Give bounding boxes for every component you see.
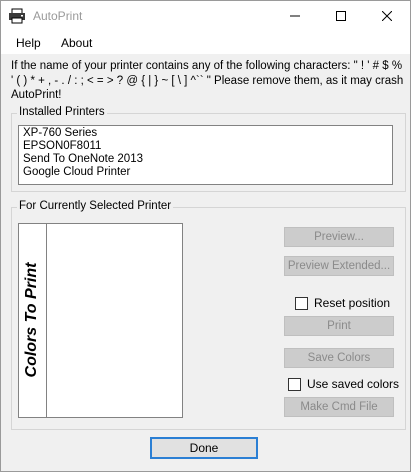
save-colors-button[interactable]: Save Colors <box>284 348 394 368</box>
list-item[interactable]: Google Cloud Printer <box>23 166 130 178</box>
list-item[interactable]: EPSON0F8011 <box>23 140 101 152</box>
reset-position-row[interactable]: Reset position <box>295 296 390 310</box>
done-button[interactable]: Done <box>150 437 258 459</box>
selected-printer-label: For Currently Selected Printer <box>17 200 174 212</box>
maximize-icon <box>336 10 346 24</box>
title-bar: AutoPrint <box>1 1 410 32</box>
print-button[interactable]: Print <box>284 316 394 336</box>
minimize-button[interactable] <box>272 1 318 32</box>
minimize-icon <box>290 10 300 24</box>
maximize-button[interactable] <box>318 1 364 32</box>
warning-text: If the name of your printer contains any… <box>11 60 404 101</box>
printer-list[interactable]: XP-760 Series EPSON0F8011 Send To OneNot… <box>18 125 393 185</box>
reset-position-label: Reset position <box>314 296 391 310</box>
list-item[interactable]: Send To OneNote 2013 <box>23 153 143 165</box>
use-saved-colors-checkbox[interactable] <box>288 377 301 391</box>
colors-to-print-label: Colors To Print <box>23 262 40 378</box>
app-window: AutoPrint Help About If the name of your… <box>0 0 411 472</box>
close-button[interactable] <box>364 1 410 32</box>
make-cmd-file-button[interactable]: Make Cmd File <box>284 397 394 417</box>
reset-position-checkbox[interactable] <box>295 296 308 310</box>
menu-bar: Help About <box>1 32 410 54</box>
close-icon <box>381 10 393 24</box>
use-saved-colors-label: Use saved colors <box>307 377 400 391</box>
preview-button[interactable]: Preview... <box>284 227 394 247</box>
use-saved-colors-row[interactable]: Use saved colors <box>288 377 399 391</box>
menu-about[interactable]: About <box>61 36 92 50</box>
installed-printers-label: Installed Printers <box>17 106 107 118</box>
printer-icon <box>8 8 26 24</box>
window-title: AutoPrint <box>33 9 83 23</box>
colors-panel[interactable]: Colors To Print <box>18 223 183 418</box>
list-item[interactable]: XP-760 Series <box>23 127 97 139</box>
preview-extended-button[interactable]: Preview Extended... <box>284 256 394 276</box>
menu-help[interactable]: Help <box>16 36 41 50</box>
colors-label-strip: Colors To Print <box>19 224 47 417</box>
